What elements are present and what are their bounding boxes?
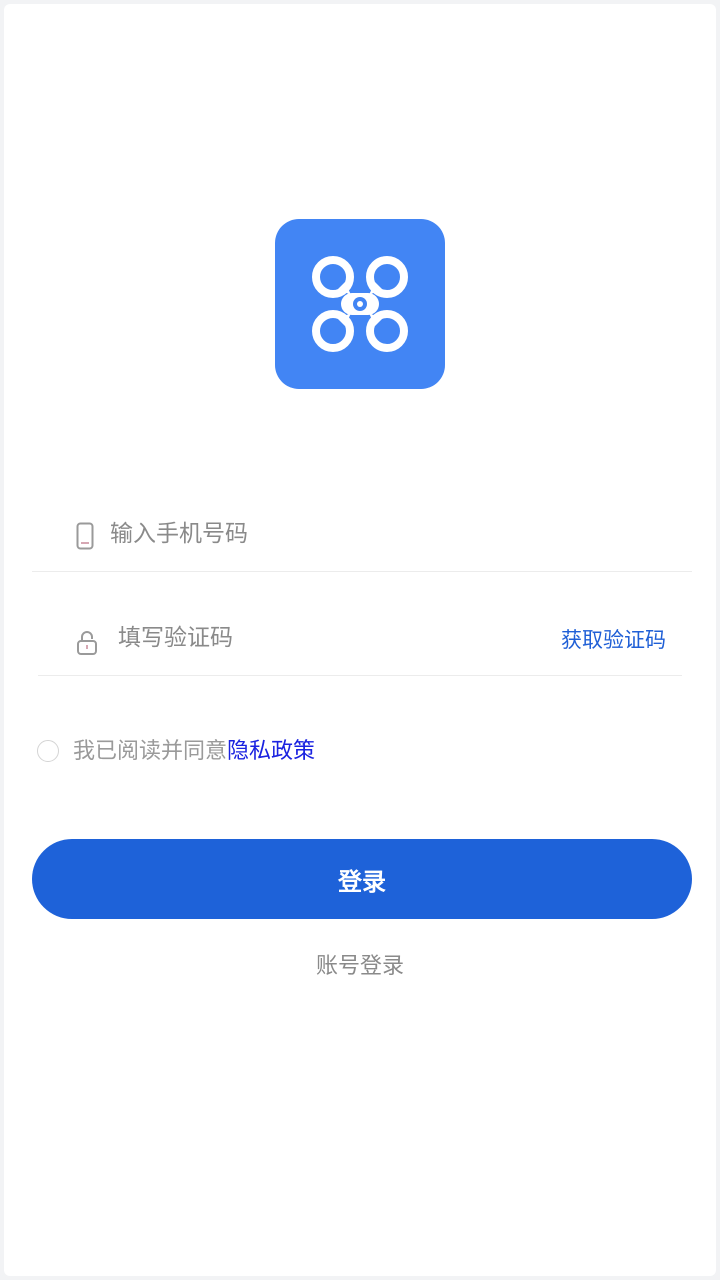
agree-checkbox[interactable]: [37, 740, 59, 762]
drone-icon: [312, 256, 408, 352]
login-button[interactable]: 登录: [32, 839, 692, 919]
app-logo: [275, 219, 445, 389]
account-login-link[interactable]: 账号登录: [4, 948, 716, 980]
phone-field: [32, 494, 692, 572]
phone-input[interactable]: [110, 514, 510, 554]
lock-icon: [76, 628, 98, 658]
privacy-agreement: 我已阅读并同意 隐私政策: [37, 731, 315, 767]
privacy-policy-link[interactable]: 隐私政策: [227, 733, 315, 765]
get-code-button[interactable]: 获取验证码: [561, 624, 666, 654]
agreement-text: 我已阅读并同意: [73, 739, 228, 764]
verification-code-field: 获取验证码: [38, 598, 682, 676]
phone-icon: [74, 521, 96, 551]
verification-code-input[interactable]: [118, 618, 518, 658]
login-screen: 获取验证码 我已阅读并同意隐私政策 登录 账号登录: [4, 4, 716, 1276]
